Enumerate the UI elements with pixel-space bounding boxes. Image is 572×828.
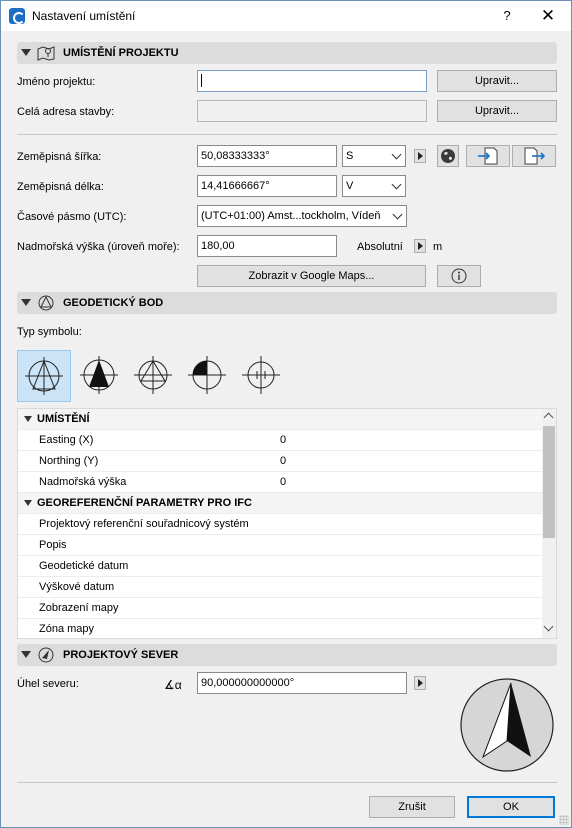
property-group-location[interactable]: UMÍSTĚNÍ bbox=[18, 409, 542, 430]
compass-icon bbox=[38, 647, 54, 663]
timezone-label: Časové pásmo (UTC): bbox=[17, 211, 127, 223]
collapse-triangle-icon bbox=[24, 500, 32, 506]
altitude-mode-popup-arrow[interactable] bbox=[414, 239, 426, 253]
table-row[interactable]: Zobrazení mapy bbox=[18, 598, 542, 619]
section-header-project-location[interactable]: UMÍSTĚNÍ PROJEKTU bbox=[17, 42, 557, 64]
symbol-type-label: Typ symbolu: bbox=[17, 326, 82, 338]
altitude-input[interactable]: 180,00 bbox=[197, 235, 337, 257]
latitude-popup-arrow[interactable] bbox=[414, 149, 426, 163]
altitude-unit: m bbox=[433, 241, 443, 253]
survey-symbol-outline-icon bbox=[25, 357, 63, 395]
survey-symbol-circle-cross-icon bbox=[242, 356, 280, 394]
text-caret bbox=[201, 73, 202, 87]
scroll-down-icon[interactable] bbox=[543, 621, 554, 632]
table-row[interactable]: Nadmořská výška 0 bbox=[18, 472, 542, 493]
longitude-input[interactable]: 14,41666667° bbox=[197, 175, 337, 197]
angle-icon: ∡α bbox=[164, 678, 182, 692]
project-name-input[interactable] bbox=[197, 70, 427, 92]
collapse-triangle-icon bbox=[21, 49, 31, 56]
export-file-icon bbox=[524, 147, 546, 165]
scroll-thumb[interactable] bbox=[543, 426, 555, 538]
table-row[interactable]: Projektový referenční souřadnicový systé… bbox=[18, 514, 542, 535]
cancel-button[interactable]: Zrušit bbox=[369, 796, 455, 818]
export-file-button[interactable] bbox=[512, 145, 556, 167]
survey-point-icon bbox=[38, 295, 54, 311]
app-icon bbox=[9, 8, 25, 24]
info-icon bbox=[451, 268, 467, 284]
table-scrollbar[interactable] bbox=[542, 409, 556, 638]
globe-icon bbox=[441, 149, 455, 163]
collapse-triangle-icon bbox=[21, 299, 31, 306]
full-address-input[interactable] bbox=[197, 100, 427, 122]
timezone-select[interactable]: (UTC+01:00) Amst...tockholm, Vídeň bbox=[197, 205, 407, 227]
window-title: Nastavení umístění bbox=[32, 9, 136, 23]
chevron-down-icon bbox=[392, 209, 403, 220]
scroll-up-icon[interactable] bbox=[543, 412, 554, 423]
collapse-triangle-icon bbox=[21, 651, 31, 658]
altitude-label: Nadmořská výška (úroveň moře): bbox=[17, 241, 180, 253]
latitude-input[interactable]: 50,08333333° bbox=[197, 145, 337, 167]
map-pin-icon bbox=[37, 46, 55, 61]
import-file-icon bbox=[478, 147, 498, 165]
longitude-label: Zeměpisná délka: bbox=[17, 181, 104, 193]
table-row[interactable]: Popis bbox=[18, 535, 542, 556]
google-maps-button[interactable]: Zobrazit v Google Maps... bbox=[197, 265, 426, 287]
table-row[interactable]: Zóna mapy bbox=[18, 619, 542, 638]
section-title: UMÍSTĚNÍ PROJEKTU bbox=[63, 47, 179, 59]
help-button[interactable]: ? bbox=[497, 6, 517, 26]
survey-symbol-crosshair-icon bbox=[134, 356, 172, 394]
table-row[interactable]: Northing (Y) 0 bbox=[18, 451, 542, 472]
survey-symbol-quadrant-icon bbox=[188, 356, 226, 394]
close-button[interactable]: ✕ bbox=[537, 6, 559, 26]
title-bar: Nastavení umístění ? ✕ bbox=[1, 1, 571, 31]
longitude-direction-select[interactable]: V bbox=[342, 175, 406, 197]
divider bbox=[17, 782, 557, 783]
edit-address-button[interactable]: Upravit... bbox=[437, 100, 557, 122]
north-angle-popup-arrow[interactable] bbox=[414, 676, 426, 690]
north-arrow-preview-icon bbox=[460, 678, 554, 772]
edit-project-name-button[interactable]: Upravit... bbox=[437, 70, 557, 92]
latitude-direction-select[interactable]: S bbox=[342, 145, 406, 167]
north-angle-input[interactable]: 90,000000000000° bbox=[197, 672, 407, 694]
full-address-label: Celá adresa stavby: bbox=[17, 106, 115, 118]
symbol-option-4[interactable] bbox=[181, 350, 235, 402]
table-row[interactable]: Easting (X) 0 bbox=[18, 430, 542, 451]
altitude-mode-label[interactable]: Absolutní bbox=[357, 241, 403, 253]
project-name-label: Jméno projektu: bbox=[17, 76, 96, 88]
section-header-project-north[interactable]: PROJEKTOVÝ SEVER bbox=[17, 644, 557, 666]
symbol-option-3[interactable] bbox=[127, 350, 181, 402]
ok-button[interactable]: OK bbox=[467, 796, 555, 818]
info-button[interactable] bbox=[437, 265, 481, 287]
collapse-triangle-icon bbox=[24, 416, 32, 422]
dialog-window: Nastavení umístění ? ✕ UMÍSTĚNÍ PROJEKTU… bbox=[0, 0, 572, 828]
resize-grip[interactable] bbox=[559, 815, 569, 825]
survey-symbol-filled-icon bbox=[80, 356, 118, 394]
table-row[interactable]: Výškové datum bbox=[18, 577, 542, 598]
symbol-option-5[interactable] bbox=[235, 350, 289, 402]
section-header-survey-point[interactable]: GEODETICKÝ BOD bbox=[17, 292, 557, 314]
section-title: GEODETICKÝ BOD bbox=[63, 297, 164, 309]
table-row[interactable]: Geodetické datum bbox=[18, 556, 542, 577]
symbol-option-2[interactable] bbox=[73, 350, 127, 402]
chevron-down-icon bbox=[391, 179, 402, 190]
divider bbox=[17, 134, 557, 135]
globe-button[interactable] bbox=[437, 145, 459, 167]
section-title: PROJEKTOVÝ SEVER bbox=[63, 649, 179, 661]
import-file-button[interactable] bbox=[466, 145, 510, 167]
symbol-option-1[interactable] bbox=[17, 350, 71, 402]
north-angle-label: Úhel severu: bbox=[17, 678, 79, 690]
survey-point-property-table: UMÍSTĚNÍ Easting (X) 0 Northing (Y) 0 Na… bbox=[17, 408, 557, 639]
latitude-label: Zeměpisná šířka: bbox=[17, 151, 102, 163]
property-group-ifc[interactable]: GEOREFERENČNÍ PARAMETRY PRO IFC bbox=[18, 493, 542, 514]
chevron-down-icon bbox=[391, 149, 402, 160]
dialog-content: UMÍSTĚNÍ PROJEKTU Jméno projektu: Upravi… bbox=[1, 31, 571, 827]
